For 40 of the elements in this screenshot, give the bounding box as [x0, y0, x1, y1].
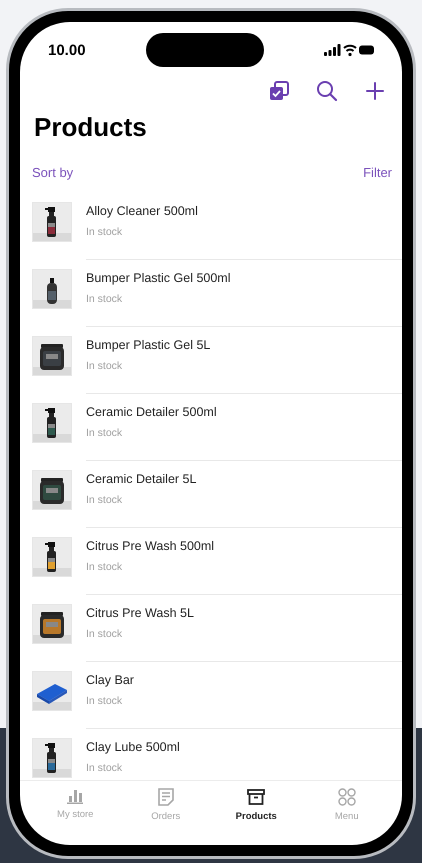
product-row[interactable]: Ceramic Detailer 5L In stock — [20, 460, 402, 527]
stock-status: In stock — [86, 293, 124, 305]
sort-link[interactable]: Sort by — [32, 165, 74, 180]
page-title: Products — [34, 112, 148, 143]
status-time: 10.00 — [48, 42, 86, 58]
product-name: Bumper Plastic Gel 5L — [86, 338, 212, 352]
stock-status: In stock — [86, 628, 124, 640]
product-row[interactable]: Citrus Pre Wash 500ml In stock — [20, 527, 402, 594]
stock-status: In stock — [86, 762, 124, 774]
multi-select-icon[interactable] — [269, 81, 289, 101]
product-row[interactable]: Ceramic Detailer 500ml In stock — [20, 393, 402, 460]
document-icon — [156, 787, 175, 807]
stock-status: In stock — [86, 695, 124, 707]
archive-box-icon — [246, 787, 266, 807]
product-name: Citrus Pre Wash 5L — [86, 606, 195, 620]
product-row[interactable]: Citrus Pre Wash 5L In stock — [20, 594, 402, 661]
search-icon[interactable] — [316, 80, 338, 102]
product-row[interactable]: Clay Bar In stock — [20, 661, 402, 728]
grid-circles-icon — [336, 787, 357, 807]
filter-link[interactable]: Filter — [363, 165, 392, 180]
stock-status: In stock — [86, 561, 124, 573]
product-name: Clay Bar — [86, 673, 135, 687]
product-row[interactable]: Alloy Cleaner 500ml In stock — [20, 192, 402, 259]
product-name: Bumper Plastic Gel 500ml — [86, 271, 232, 285]
product-name: Alloy Cleaner 500ml — [86, 204, 199, 218]
tab[interactable]: Products — [211, 787, 302, 845]
status-icons — [324, 43, 376, 57]
product-name: Ceramic Detailer 5L — [86, 472, 198, 486]
product-row[interactable]: Clay Lube 500ml In stock — [20, 728, 402, 780]
stock-status: In stock — [86, 494, 124, 506]
product-name: Clay Lube 500ml — [86, 740, 181, 754]
stock-status: In stock — [86, 360, 124, 372]
product-row[interactable]: Bumper Plastic Gel 5L In stock — [20, 326, 402, 393]
product-name: Citrus Pre Wash 500ml — [86, 539, 216, 553]
stock-status: In stock — [86, 427, 124, 439]
bar-chart-icon — [66, 787, 84, 805]
stock-status: In stock — [86, 226, 124, 238]
add-icon[interactable] — [365, 81, 385, 101]
product-name: Ceramic Detailer 500ml — [86, 405, 218, 419]
product-row[interactable]: Bumper Plastic Gel 500ml In stock — [20, 259, 402, 326]
